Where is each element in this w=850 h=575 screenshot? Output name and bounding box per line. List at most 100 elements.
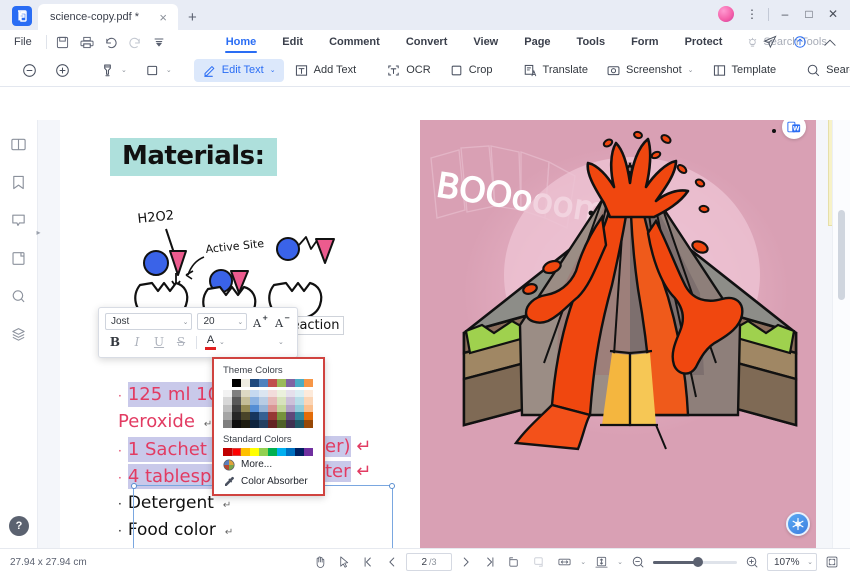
menu-tab-form[interactable]: Form (618, 33, 672, 52)
zoom-level-select[interactable]: 107% ⌄ (767, 553, 817, 571)
color-swatch[interactable] (232, 379, 241, 387)
color-swatch[interactable] (241, 404, 250, 413)
zoom-slider-knob[interactable] (693, 557, 703, 567)
color-swatch[interactable] (295, 389, 304, 398)
screenshot-button[interactable]: Screenshot ⌄ (598, 59, 702, 82)
ai-assistant-button[interactable] (786, 512, 810, 536)
bold-button[interactable]: B (105, 333, 125, 351)
color-swatch[interactable] (295, 412, 304, 420)
decrease-font-size-button[interactable]: A (274, 313, 291, 330)
color-swatch[interactable] (268, 404, 277, 413)
color-swatch[interactable] (304, 412, 313, 420)
fit-page-button[interactable] (591, 552, 611, 572)
translate-button[interactable]: Translate (515, 59, 596, 82)
sidebar-item-pages[interactable] (7, 246, 31, 270)
add-text-button[interactable]: Add Text (286, 59, 365, 82)
color-swatch[interactable] (241, 447, 250, 456)
color-swatch[interactable] (268, 419, 277, 428)
new-tab-button[interactable]: + (188, 10, 197, 25)
color-swatch[interactable] (295, 379, 304, 387)
color-swatch[interactable] (223, 389, 232, 398)
color-swatch[interactable] (304, 419, 313, 428)
menu-tab-convert[interactable]: Convert (393, 33, 461, 52)
sidebar-item-layers[interactable] (7, 322, 31, 346)
increase-font-size-button[interactable]: A (252, 313, 269, 330)
color-swatch[interactable] (268, 412, 277, 420)
redo-icon[interactable] (123, 31, 147, 53)
color-swatch[interactable] (286, 412, 295, 420)
color-swatch[interactable] (250, 447, 259, 456)
color-swatch[interactable] (232, 447, 241, 456)
color-swatch[interactable] (286, 389, 295, 398)
hand-tool-button[interactable] (310, 552, 330, 572)
color-swatch[interactable] (304, 447, 313, 456)
ocr-button[interactable]: OCR (378, 59, 438, 82)
color-swatch[interactable] (223, 404, 232, 413)
close-window-button[interactable]: ✕ (822, 4, 844, 24)
color-swatch[interactable] (259, 447, 268, 456)
menu-tab-protect[interactable]: Protect (672, 33, 736, 52)
print-icon[interactable] (75, 31, 99, 53)
chevron-down-icon[interactable]: ⌄ (580, 558, 586, 566)
menu-tab-tools[interactable]: Tools (564, 33, 619, 52)
file-menu[interactable]: File (0, 36, 42, 48)
color-swatch[interactable] (304, 389, 313, 398)
color-swatch[interactable] (295, 419, 304, 428)
color-swatch[interactable] (259, 379, 268, 387)
rotate-left-button[interactable] (504, 552, 524, 572)
sidebar-expand-handle[interactable]: ▸ (35, 215, 42, 249)
color-swatch[interactable] (223, 419, 232, 428)
sidebar-item-comments[interactable] (7, 208, 31, 232)
font-color-dropdown[interactable]: Theme Colors Standard Colors More... Col… (212, 357, 325, 496)
color-swatch[interactable] (277, 389, 286, 398)
zoom-out-button[interactable] (14, 59, 45, 82)
share-icon[interactable] (758, 31, 782, 53)
standard-colors-grid[interactable] (223, 447, 323, 456)
color-swatch[interactable] (295, 397, 304, 405)
sidebar-item-thumbnails[interactable] (7, 132, 31, 156)
menu-tab-comment[interactable]: Comment (316, 33, 393, 52)
zoom-out-button[interactable] (628, 552, 648, 572)
color-swatch[interactable] (259, 389, 268, 398)
color-swatch[interactable] (286, 419, 295, 428)
edit-text-button[interactable]: Edit Text ⌄ (193, 58, 284, 82)
previous-page-button[interactable] (382, 552, 402, 572)
minimize-button[interactable]: – (774, 4, 796, 24)
font-family-select[interactable]: Jost ⌄ (105, 313, 193, 330)
vertical-scrollbar[interactable] (832, 120, 850, 548)
sidebar-item-bookmarks[interactable] (7, 170, 31, 194)
color-swatch[interactable] (259, 419, 268, 428)
color-swatch[interactable] (241, 397, 250, 405)
color-swatch[interactable] (277, 379, 286, 387)
highlight-color-button[interactable]: ⌄ (230, 333, 288, 351)
color-swatch[interactable] (250, 389, 259, 398)
quick-access-dropdown-icon[interactable] (147, 31, 171, 53)
color-swatch[interactable] (223, 379, 232, 387)
color-swatch[interactable] (232, 397, 241, 405)
strikethrough-button[interactable]: S (171, 333, 191, 351)
highlight-tool-button[interactable]: ⌄ (92, 59, 135, 82)
scrollbar-thumb[interactable] (838, 210, 845, 300)
fullscreen-button[interactable] (822, 552, 842, 572)
color-swatch[interactable] (277, 419, 286, 428)
crop-button[interactable]: Crop (441, 59, 501, 82)
zoom-in-button[interactable] (742, 552, 762, 572)
color-swatch[interactable] (232, 419, 241, 428)
italic-button[interactable]: I (127, 333, 147, 351)
color-swatch[interactable] (259, 412, 268, 420)
menu-tab-page[interactable]: Page (511, 33, 563, 52)
first-page-button[interactable] (358, 552, 378, 572)
template-button[interactable]: Template (704, 59, 785, 82)
color-swatch[interactable] (223, 397, 232, 405)
color-swatch[interactable] (268, 389, 277, 398)
select-tool-button[interactable] (334, 552, 354, 572)
color-swatch[interactable] (286, 447, 295, 456)
chevron-down-icon[interactable]: ⌄ (617, 558, 623, 566)
color-swatch[interactable] (241, 389, 250, 398)
collapse-ribbon-icon[interactable] (818, 31, 842, 53)
color-swatch[interactable] (295, 447, 304, 456)
color-swatch[interactable] (268, 379, 277, 387)
next-page-button[interactable] (456, 552, 476, 572)
color-swatch[interactable] (304, 397, 313, 405)
menu-tab-edit[interactable]: Edit (269, 33, 316, 52)
